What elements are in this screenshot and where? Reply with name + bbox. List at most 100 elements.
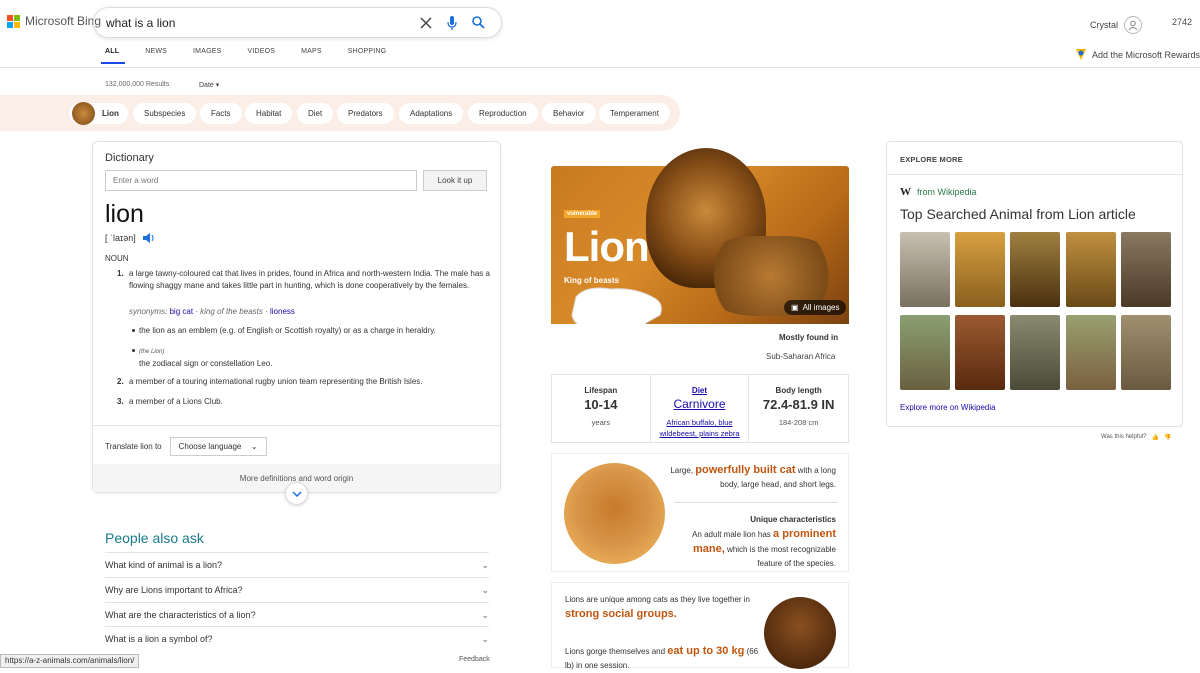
- pill-behavior[interactable]: Behavior: [542, 103, 596, 124]
- result-count: 132,000,000 Results: [105, 81, 170, 88]
- definition-number: 3.: [117, 397, 124, 406]
- build-fact-highlight: powerfully built cat: [695, 464, 796, 476]
- social-fact-highlight: strong social groups.: [565, 608, 677, 620]
- pill-reproduction[interactable]: Reproduction: [468, 103, 538, 124]
- feedback-link[interactable]: Feedback: [459, 656, 490, 663]
- pill-temperament[interactable]: Temperament: [599, 103, 670, 124]
- fact-divider: [674, 502, 838, 503]
- jaguar-thumbnail[interactable]: [1066, 232, 1116, 307]
- impala-thumbnail[interactable]: [1121, 315, 1171, 390]
- rewards-points[interactable]: 2742: [1172, 17, 1192, 27]
- stat-body-value: 72.4-81.9 IN: [762, 397, 835, 412]
- user-account[interactable]: Crystal: [1090, 16, 1142, 34]
- chevron-down-icon: ⌄: [250, 442, 258, 451]
- oryx-thumbnail[interactable]: [1010, 315, 1060, 390]
- expand-button[interactable]: [285, 482, 308, 505]
- stat-body-label: Body length: [775, 386, 822, 395]
- active-tab-indicator: [101, 62, 125, 64]
- synonyms: synonyms: big cat · king of the beasts ·…: [129, 307, 295, 316]
- warthog-thumbnail[interactable]: [1121, 232, 1171, 307]
- characteristics-card: Large, powerfully built cat with a long …: [551, 453, 849, 572]
- date-filter[interactable]: Date ▾: [199, 81, 219, 89]
- microphone-icon[interactable]: [441, 12, 463, 34]
- dictionary-label: Dictionary: [105, 152, 154, 164]
- chevron-down-icon: ⌄: [481, 559, 489, 570]
- mane-fact-highlight: a prominent: [773, 528, 836, 540]
- word-input[interactable]: Enter a word: [105, 170, 417, 191]
- tab-images[interactable]: IMAGES: [193, 48, 221, 55]
- thumbs-up-icon[interactable]: 👍: [1151, 434, 1158, 441]
- stat-diet-label[interactable]: Diet: [651, 386, 749, 395]
- definition-1: 1. a large tawny-coloured cat that lives…: [117, 268, 492, 291]
- avatar-icon[interactable]: [1124, 16, 1142, 34]
- rewards-promo[interactable]: Add the Microsoft Rewards: [1075, 48, 1200, 61]
- rewards-label: Add the Microsoft Rewards: [1091, 49, 1200, 60]
- definition-number: 1.: [117, 269, 124, 278]
- search-icon[interactable]: [467, 12, 489, 34]
- stat-body-length: Body length 72.4-81.9 IN 184-208 cm: [749, 375, 848, 442]
- synonym-lioness[interactable]: lioness: [270, 307, 295, 316]
- tab-shopping[interactable]: SHOPPING: [348, 48, 387, 55]
- stat-diet[interactable]: Diet Carnivore African buffalo, blue wil…: [651, 375, 750, 442]
- pill-subspecies[interactable]: Subspecies: [133, 103, 197, 124]
- antelope-thumbnail[interactable]: [1066, 315, 1116, 390]
- giraffe-thumbnail[interactable]: [900, 315, 950, 390]
- wikipedia-source[interactable]: Wfrom Wikipedia: [900, 186, 977, 198]
- explore-divider: [887, 174, 1182, 175]
- pill-predators[interactable]: Predators: [337, 103, 394, 124]
- mane-fact: An adult male lion has a prominent mane,…: [676, 527, 836, 571]
- explore-more-link[interactable]: Explore more on Wikipedia: [900, 403, 996, 412]
- synonym-big-cat[interactable]: big cat: [169, 307, 193, 316]
- paa-question[interactable]: What is a lion a symbol of? ⌄: [105, 626, 489, 651]
- hippo-thumbnail[interactable]: [955, 315, 1005, 390]
- paa-question-text: What is a lion a symbol of?: [105, 634, 213, 644]
- definition-2: 2. a member of a touring international ru…: [117, 376, 492, 388]
- stats-row: Lifespan 10-14 years Diet Carnivore Afri…: [551, 374, 849, 443]
- leopard-thumbnail[interactable]: [1010, 232, 1060, 307]
- cheetah-thumbnail[interactable]: [955, 232, 1005, 307]
- paa-question[interactable]: What are the characteristics of a lion? ⌄: [105, 602, 489, 627]
- definition-1-text: a large tawny-coloured cat that lives in…: [129, 269, 490, 290]
- definition-number: 2.: [117, 377, 124, 386]
- pill-diet[interactable]: Diet: [297, 103, 334, 124]
- language-select[interactable]: Choose language ⌄: [169, 437, 267, 456]
- speaker-icon[interactable]: [142, 233, 155, 243]
- region-value: Sub-Saharan Africa: [766, 352, 836, 361]
- sub-definition-tag: (the Lion): [139, 349, 165, 355]
- rhino-thumbnail[interactable]: [900, 232, 950, 307]
- thumbs-down-icon[interactable]: 👎: [1164, 434, 1171, 441]
- eating-fact: Lions gorge themselves and eat up to 30 …: [565, 644, 765, 673]
- social-fact-text: Lions are unique among cats as they live…: [565, 595, 751, 604]
- roaring-lion-image: [564, 463, 665, 564]
- lion-portrait-image: [764, 597, 836, 669]
- tab-maps[interactable]: MAPS: [301, 48, 322, 55]
- chevron-down-icon: [291, 490, 302, 497]
- brand-name: Microsoft Bing: [25, 14, 102, 28]
- stat-diet-prey[interactable]: African buffalo, blue wildebeest, plains…: [651, 417, 749, 439]
- paa-question[interactable]: Why are Lions important to Africa? ⌄: [105, 577, 489, 602]
- stat-diet-value[interactable]: Carnivore: [651, 397, 749, 411]
- clear-icon[interactable]: [415, 12, 437, 34]
- pill-lion[interactable]: Lion: [69, 102, 128, 125]
- stat-lifespan-value: 10-14: [584, 397, 618, 412]
- pronunciation-text: [ ˈlaɪən]: [105, 233, 136, 243]
- search-tabs: ALL NEWS IMAGES VIDEOS MAPS SHOPPING: [105, 48, 412, 55]
- range-section: Mostly found in Sub-Saharan Africa: [551, 324, 849, 374]
- search-input[interactable]: [106, 15, 411, 30]
- status-bar-url: https://a-z-animals.com/animals/lion/: [0, 654, 140, 668]
- look-it-up-button[interactable]: Look it up: [423, 170, 487, 191]
- definition-3: 3. a member of a Lions Club.: [117, 396, 492, 408]
- pill-adaptations[interactable]: Adaptations: [399, 103, 464, 124]
- pill-facts[interactable]: Facts: [200, 103, 242, 124]
- search-box[interactable]: [93, 7, 502, 38]
- tab-news[interactable]: NEWS: [145, 48, 167, 55]
- all-images-button[interactable]: ▣ All images: [784, 300, 847, 315]
- pill-habitat[interactable]: Habitat: [245, 103, 293, 124]
- paa-question[interactable]: What kind of animal is a lion? ⌄: [105, 552, 489, 577]
- tab-videos[interactable]: VIDEOS: [247, 48, 275, 55]
- bing-logo[interactable]: Microsoft Bing: [7, 14, 101, 28]
- stat-lifespan-unit: years: [591, 418, 610, 427]
- sub-definition-2-text: the zodiacal sign or constellation Leo.: [139, 359, 273, 368]
- build-fact: Large, powerfully built cat with a long …: [666, 463, 836, 492]
- tab-all[interactable]: ALL: [105, 48, 119, 55]
